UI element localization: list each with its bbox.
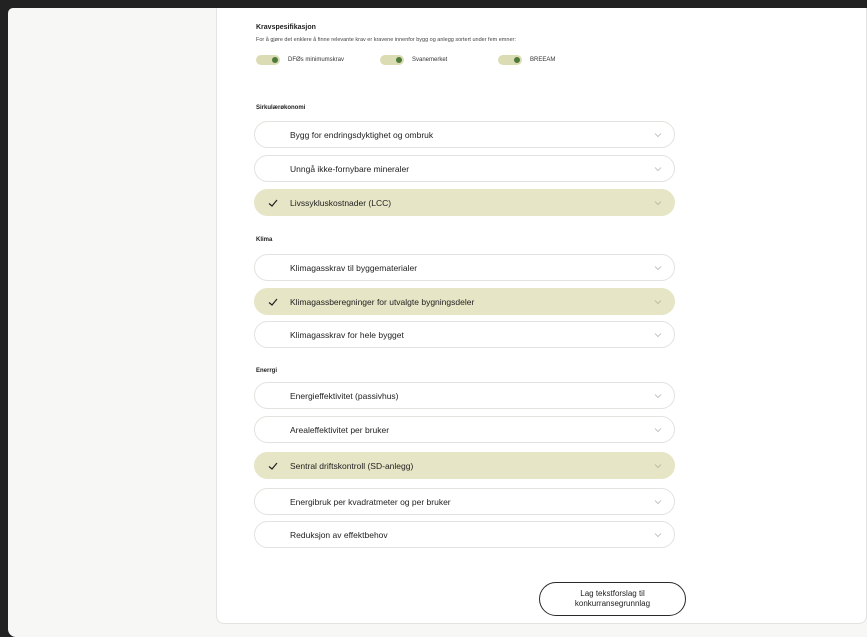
requirement-label: Klimagasskrav til byggematerialer [290,262,418,273]
filter-toggles: DFØs minimumskrav Svanemerket BREEAM [256,54,679,68]
requirement-label: Arealeffektivitet per bruker [290,424,390,435]
requirement-item-effektbehov[interactable]: Reduksjon av effektbehov [254,521,675,548]
requirement-label: Unngå ikke-fornybare mineraler [290,163,410,174]
filter-label: DFØs minimumskrav [288,57,345,63]
chevron-down-icon [654,300,662,305]
requirement-label: Energieffektivitet (passivhus) [290,390,399,401]
check-icon [268,199,278,207]
filter-toggle-svanemerket[interactable]: Svanemerket [380,54,447,66]
chevron-down-icon [654,201,662,206]
chevron-down-icon [654,500,662,505]
chevron-down-icon [654,266,662,271]
chevron-down-icon [654,133,662,138]
filter-toggle-dfo[interactable]: DFØs minimumskrav [256,54,344,66]
check-icon [268,298,278,306]
app-viewport: Kravspesifikasjon For å gjøre det enkler… [8,8,867,637]
cta-line-1: Lag tekstforslag til [580,589,645,598]
section-label-energi: Enerrgi [256,368,278,374]
requirements-panel: Kravspesifikasjon For å gjøre det enkler… [216,8,867,624]
requirement-label: Sentral driftskontroll (SD-anlegg) [290,460,414,471]
section-label-klima: Klima [256,237,273,243]
spec-header: Kravspesifikasjon For å gjøre det enkler… [256,23,679,68]
requirement-item-endringsdyktighet[interactable]: Bygg for endringsdyktighet og ombruk [254,121,675,148]
requirement-label: Reduksjon av effektbehov [290,529,388,540]
toggle-switch[interactable] [380,55,404,65]
toggle-switch[interactable] [498,55,522,65]
requirement-label: Klimagassberegninger for utvalgte bygnin… [290,296,475,307]
chevron-down-icon [654,428,662,433]
requirement-item-hele-bygget[interactable]: Klimagasskrav for hele bygget [254,321,675,348]
chevron-down-icon [654,394,662,399]
requirement-label: Klimagasskrav for hele bygget [290,329,404,340]
check-icon [268,462,278,470]
requirement-item-energibruk[interactable]: Energibruk per kvadratmeter og per bruke… [254,488,675,515]
requirement-item-mineraler[interactable]: Unngå ikke-fornybare mineraler [254,155,675,182]
chevron-down-icon [654,533,662,538]
chevron-down-icon [654,167,662,172]
section-label-sirkular: Sirkulærøkonomi [256,105,306,111]
requirement-item-lcc[interactable]: Livssykluskostnader (LCC) [254,189,675,216]
requirement-item-klimagassberegninger[interactable]: Klimagassberegninger for utvalgte bygnin… [254,288,675,315]
generate-text-button[interactable]: Lag tekstforslag til konkurransegrunnlag [539,582,686,616]
requirement-item-byggematerialer[interactable]: Klimagasskrav til byggematerialer [254,254,675,281]
toggle-switch[interactable] [256,55,280,65]
filter-label: Svanemerket [412,57,448,63]
filter-label: BREEAM [530,57,556,63]
requirement-item-sd-anlegg[interactable]: Sentral driftskontroll (SD-anlegg) [254,452,675,479]
requirement-label: Energibruk per kvadratmeter og per bruke… [290,496,451,507]
chevron-down-icon [654,464,662,469]
chevron-down-icon [654,333,662,338]
requirement-item-arealeffektivitet[interactable]: Arealeffektivitet per bruker [254,416,675,443]
cta-line-2: konkurransegrunnlag [574,599,651,608]
requirement-item-energieffektivitet[interactable]: Energieffektivitet (passivhus) [254,382,675,409]
requirement-label: Livssykluskostnader (LCC) [290,197,392,208]
requirement-label: Bygg for endringsdyktighet og ombruk [290,129,434,140]
filter-toggle-breeam[interactable]: BREEAM [498,54,555,66]
spec-title: Kravspesifikasjon [256,24,316,31]
spec-description: For å gjøre det enklere å finne relevant… [256,37,516,43]
